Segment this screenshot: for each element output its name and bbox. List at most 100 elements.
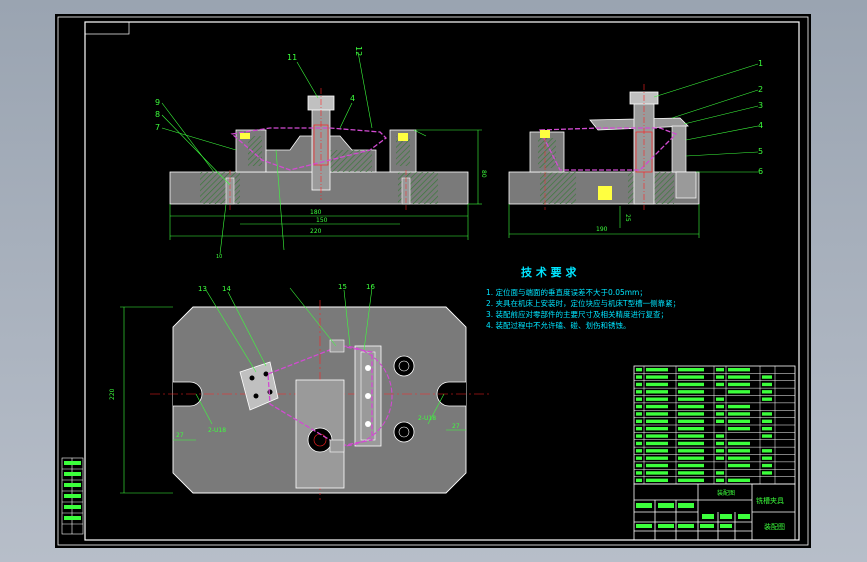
parts-cell-text <box>636 449 642 453</box>
parts-cell-text <box>646 419 668 423</box>
parts-cell-text <box>728 419 750 423</box>
parts-cell-text <box>646 427 668 431</box>
parts-cell-text <box>716 397 724 401</box>
parts-cell-text <box>636 427 642 431</box>
parts-cell-text <box>636 404 642 409</box>
parts-cell-text <box>762 456 772 460</box>
svg-text:27: 27 <box>176 432 184 439</box>
parts-cell-text <box>678 419 704 423</box>
cad-viewport: 180 220 150 80 11 12 4 9 8 7 10 190 25 1… <box>0 0 867 562</box>
svg-text:190: 190 <box>596 226 608 233</box>
parts-cell-text <box>636 434 642 438</box>
tech-item-3: 3. 装配前应对零部件的主要尺寸及相关精度进行复查； <box>486 309 668 319</box>
parts-cell-text <box>728 390 750 394</box>
parts-cell-text <box>762 471 772 475</box>
balloon-9: 9 <box>155 98 160 107</box>
parts-cell-text <box>716 419 724 423</box>
parts-cell-text <box>646 456 668 460</box>
balloon-1: 1 <box>758 59 763 68</box>
balloon-6: 6 <box>758 167 763 176</box>
parts-cell-text <box>646 441 668 446</box>
parts-cell-text <box>646 382 668 387</box>
parts-cell-text <box>762 390 772 394</box>
parts-cell-text <box>636 471 642 475</box>
parts-cell-text <box>762 463 772 468</box>
parts-cell-text <box>762 412 772 416</box>
parts-cell-text <box>716 434 724 438</box>
parts-cell-text <box>646 375 668 379</box>
assembly-drawing: 180 220 150 80 11 12 4 9 8 7 10 190 25 1… <box>55 14 811 548</box>
parts-cell-text <box>636 368 642 372</box>
parts-cell-text <box>636 375 642 379</box>
parts-cell-text <box>646 397 668 401</box>
parts-cell-text <box>678 382 704 387</box>
balloon-16: 16 <box>366 283 375 291</box>
parts-cell-text <box>716 404 724 409</box>
title-block-title: 铣槽夹具 <box>756 496 784 505</box>
parts-cell-text <box>678 449 704 453</box>
parts-cell-text <box>646 390 668 394</box>
parts-cell-text <box>636 382 642 387</box>
tech-item-4: 4. 装配过程中不允许磕、碰、划伤和锈蚀。 <box>486 320 631 330</box>
parts-cell-text <box>728 375 750 379</box>
parts-cell-text <box>728 449 750 453</box>
parts-cell-text <box>762 449 772 453</box>
parts-cell-text <box>762 434 772 438</box>
parts-cell-text <box>716 478 724 482</box>
balloon-5: 5 <box>758 147 763 156</box>
balloon-13: 13 <box>198 285 207 293</box>
balloon-7: 7 <box>155 123 160 132</box>
parts-cell-text <box>762 397 772 401</box>
balloon-15: 15 <box>338 283 347 291</box>
balloon-10: 10 <box>216 254 222 260</box>
svg-text:220: 220 <box>310 228 322 235</box>
parts-cell-text <box>636 456 642 460</box>
parts-cell-text <box>678 471 704 475</box>
parts-cell-text <box>728 427 750 431</box>
balloon-14: 14 <box>222 285 231 293</box>
parts-cell-text <box>678 463 704 468</box>
parts-cell-text <box>678 441 704 446</box>
balloon-2: 2 <box>758 85 763 94</box>
svg-text:180: 180 <box>310 209 322 216</box>
parts-cell-text <box>716 382 724 387</box>
parts-cell-text <box>728 463 750 468</box>
title-block-name: 装配图 <box>764 522 785 531</box>
svg-text:220: 220 <box>109 388 116 400</box>
parts-cell-text <box>728 478 750 482</box>
parts-cell-text <box>728 382 750 387</box>
parts-cell-text <box>678 375 704 379</box>
parts-cell-text <box>678 478 704 482</box>
parts-cell-text <box>762 419 772 423</box>
svg-text:2-U18: 2-U18 <box>418 415 436 422</box>
balloon-4f: 4 <box>350 94 355 103</box>
parts-cell-text <box>716 449 724 453</box>
svg-text:80: 80 <box>480 170 487 178</box>
parts-cell-text <box>728 368 750 372</box>
parts-cell-text <box>678 390 704 394</box>
parts-cell-text <box>646 404 668 409</box>
parts-cell-text <box>636 441 642 446</box>
parts-cell-text <box>716 375 724 379</box>
parts-cell-text <box>636 463 642 468</box>
parts-cell-text <box>646 478 668 482</box>
svg-text:150: 150 <box>316 217 328 224</box>
parts-cell-text <box>636 419 642 423</box>
parts-cell-text <box>716 412 724 416</box>
parts-cell-text <box>646 449 668 453</box>
parts-cell-text <box>646 463 668 468</box>
parts-cell-text <box>678 412 704 416</box>
parts-cell-text <box>636 478 642 482</box>
parts-cell-text <box>762 427 772 431</box>
title-block-center: 装配图 <box>717 489 735 497</box>
parts-cell-text <box>716 456 724 460</box>
svg-text:2-U18: 2-U18 <box>208 427 226 434</box>
balloon-12: 12 <box>354 46 363 56</box>
balloon-3: 3 <box>758 101 763 110</box>
parts-cell-text <box>716 441 724 446</box>
balloon-4: 4 <box>758 121 763 130</box>
parts-cell-text <box>678 404 704 409</box>
parts-cell-text <box>646 471 668 475</box>
svg-text:27: 27 <box>452 423 460 430</box>
parts-cell-text <box>728 456 750 460</box>
